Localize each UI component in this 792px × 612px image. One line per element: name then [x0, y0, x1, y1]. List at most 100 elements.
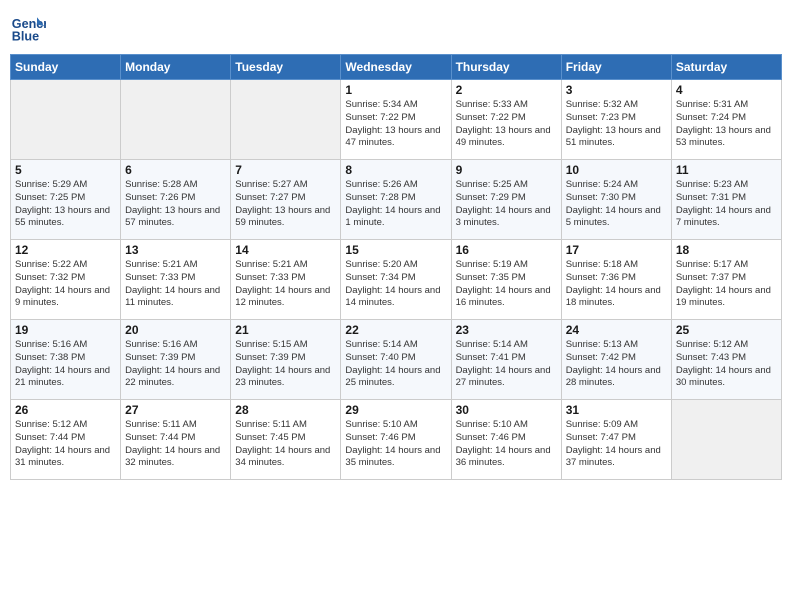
cell-info: Sunrise: 5:24 AMSunset: 7:30 PMDaylight:…	[566, 179, 667, 230]
day-number: 31	[566, 403, 667, 417]
cell-info: Sunrise: 5:14 AMSunset: 7:41 PMDaylight:…	[456, 339, 557, 390]
calendar-week-row: 19 Sunrise: 5:16 AMSunset: 7:38 PMDayligh…	[11, 320, 782, 400]
calendar-cell: 8 Sunrise: 5:26 AMSunset: 7:28 PMDaylight…	[341, 160, 451, 240]
cell-info: Sunrise: 5:21 AMSunset: 7:33 PMDaylight:…	[235, 259, 336, 310]
calendar-week-row: 1Sunrise: 5:34 AMSunset: 7:22 PMDaylight…	[11, 80, 782, 160]
calendar-cell: 18 Sunrise: 5:17 AMSunset: 7:37 PMDayligh…	[671, 240, 781, 320]
page-header: General Blue	[10, 10, 782, 46]
day-number: 3	[566, 83, 667, 97]
day-number: 18	[676, 243, 777, 257]
calendar-cell	[11, 80, 121, 160]
cell-info: Sunrise: 5:25 AMSunset: 7:29 PMDaylight:…	[456, 179, 557, 230]
day-of-week-header: Saturday	[671, 55, 781, 80]
calendar-cell: 22 Sunrise: 5:14 AMSunset: 7:40 PMDayligh…	[341, 320, 451, 400]
calendar-cell: 24 Sunrise: 5:13 AMSunset: 7:42 PMDayligh…	[561, 320, 671, 400]
calendar-cell: 3 Sunrise: 5:32 AMSunset: 7:23 PMDaylight…	[561, 80, 671, 160]
day-of-week-header: Wednesday	[341, 55, 451, 80]
cell-info: Sunrise: 5:26 AMSunset: 7:28 PMDaylight:…	[345, 179, 446, 230]
day-number: 2	[456, 83, 557, 97]
day-number: 19	[15, 323, 116, 337]
calendar-week-row: 12 Sunrise: 5:22 AMSunset: 7:32 PMDayligh…	[11, 240, 782, 320]
day-of-week-header: Monday	[121, 55, 231, 80]
day-number: 7	[235, 163, 336, 177]
day-number: 27	[125, 403, 226, 417]
day-number: 12	[15, 243, 116, 257]
calendar-cell: 4 Sunrise: 5:31 AMSunset: 7:24 PMDaylight…	[671, 80, 781, 160]
cell-info: Sunrise: 5:13 AMSunset: 7:42 PMDaylight:…	[566, 339, 667, 390]
cell-info: Sunrise: 5:27 AMSunset: 7:27 PMDaylight:…	[235, 179, 336, 230]
cell-info: Sunrise: 5:18 AMSunset: 7:36 PMDaylight:…	[566, 259, 667, 310]
calendar-cell: 14 Sunrise: 5:21 AMSunset: 7:33 PMDayligh…	[231, 240, 341, 320]
calendar-cell: 11 Sunrise: 5:23 AMSunset: 7:31 PMDayligh…	[671, 160, 781, 240]
cell-info: Sunrise: 5:10 AMSunset: 7:46 PMDaylight:…	[456, 419, 557, 470]
cell-info: Sunrise: 5:09 AMSunset: 7:47 PMDaylight:…	[566, 419, 667, 470]
cell-info: Sunrise: 5:20 AMSunset: 7:34 PMDaylight:…	[345, 259, 446, 310]
calendar-cell: 13 Sunrise: 5:21 AMSunset: 7:33 PMDayligh…	[121, 240, 231, 320]
day-number: 5	[15, 163, 116, 177]
calendar-cell: 25 Sunrise: 5:12 AMSunset: 7:43 PMDayligh…	[671, 320, 781, 400]
svg-text:Blue: Blue	[12, 30, 39, 44]
day-of-week-header: Thursday	[451, 55, 561, 80]
calendar-table: SundayMondayTuesdayWednesdayThursdayFrid…	[10, 54, 782, 480]
cell-info: Sunrise: 5:33 AMSunset: 7:22 PMDaylight:…	[456, 99, 557, 150]
calendar-cell: 9 Sunrise: 5:25 AMSunset: 7:29 PMDaylight…	[451, 160, 561, 240]
day-number: 26	[15, 403, 116, 417]
calendar-cell: 19 Sunrise: 5:16 AMSunset: 7:38 PMDayligh…	[11, 320, 121, 400]
calendar-cell: 5 Sunrise: 5:29 AMSunset: 7:25 PMDaylight…	[11, 160, 121, 240]
cell-info: Sunrise: 5:32 AMSunset: 7:23 PMDaylight:…	[566, 99, 667, 150]
day-number: 16	[456, 243, 557, 257]
cell-info: Sunrise: 5:14 AMSunset: 7:40 PMDaylight:…	[345, 339, 446, 390]
day-number: 23	[456, 323, 557, 337]
calendar-cell: 16 Sunrise: 5:19 AMSunset: 7:35 PMDayligh…	[451, 240, 561, 320]
calendar-cell: 15 Sunrise: 5:20 AMSunset: 7:34 PMDayligh…	[341, 240, 451, 320]
cell-info: Sunrise: 5:19 AMSunset: 7:35 PMDaylight:…	[456, 259, 557, 310]
day-of-week-header: Tuesday	[231, 55, 341, 80]
day-number: 29	[345, 403, 446, 417]
calendar-cell: 23 Sunrise: 5:14 AMSunset: 7:41 PMDayligh…	[451, 320, 561, 400]
day-number: 28	[235, 403, 336, 417]
day-number: 21	[235, 323, 336, 337]
calendar-cell: 30 Sunrise: 5:10 AMSunset: 7:46 PMDayligh…	[451, 400, 561, 480]
day-number: 25	[676, 323, 777, 337]
calendar-week-row: 5 Sunrise: 5:29 AMSunset: 7:25 PMDaylight…	[11, 160, 782, 240]
cell-info: Sunrise: 5:23 AMSunset: 7:31 PMDaylight:…	[676, 179, 777, 230]
day-number: 14	[235, 243, 336, 257]
calendar-header: SundayMondayTuesdayWednesdayThursdayFrid…	[11, 55, 782, 80]
cell-info: Sunrise: 5:16 AMSunset: 7:38 PMDaylight:…	[15, 339, 116, 390]
cell-info: Sunrise: 5:34 AMSunset: 7:22 PMDaylight:…	[345, 99, 446, 150]
calendar-cell	[671, 400, 781, 480]
cell-info: Sunrise: 5:10 AMSunset: 7:46 PMDaylight:…	[345, 419, 446, 470]
day-number: 20	[125, 323, 226, 337]
calendar-cell: 28Sunrise: 5:11 AMSunset: 7:45 PMDayligh…	[231, 400, 341, 480]
day-of-week-header: Sunday	[11, 55, 121, 80]
day-number: 9	[456, 163, 557, 177]
cell-info: Sunrise: 5:17 AMSunset: 7:37 PMDaylight:…	[676, 259, 777, 310]
calendar-cell: 6Sunrise: 5:28 AMSunset: 7:26 PMDaylight…	[121, 160, 231, 240]
calendar-cell: 1Sunrise: 5:34 AMSunset: 7:22 PMDaylight…	[341, 80, 451, 160]
calendar-cell: 31 Sunrise: 5:09 AMSunset: 7:47 PMDayligh…	[561, 400, 671, 480]
day-number: 15	[345, 243, 446, 257]
calendar-cell: 17 Sunrise: 5:18 AMSunset: 7:36 PMDayligh…	[561, 240, 671, 320]
day-number: 30	[456, 403, 557, 417]
day-number: 11	[676, 163, 777, 177]
cell-info: Sunrise: 5:29 AMSunset: 7:25 PMDaylight:…	[15, 179, 116, 230]
calendar-cell: 10Sunrise: 5:24 AMSunset: 7:30 PMDayligh…	[561, 160, 671, 240]
cell-info: Sunrise: 5:12 AMSunset: 7:43 PMDaylight:…	[676, 339, 777, 390]
day-number: 8	[345, 163, 446, 177]
calendar-cell: 2 Sunrise: 5:33 AMSunset: 7:22 PMDaylight…	[451, 80, 561, 160]
cell-info: Sunrise: 5:21 AMSunset: 7:33 PMDaylight:…	[125, 259, 226, 310]
cell-info: Sunrise: 5:12 AMSunset: 7:44 PMDaylight:…	[15, 419, 116, 470]
calendar-cell: 12 Sunrise: 5:22 AMSunset: 7:32 PMDayligh…	[11, 240, 121, 320]
day-number: 4	[676, 83, 777, 97]
day-number: 13	[125, 243, 226, 257]
calendar-body: 1Sunrise: 5:34 AMSunset: 7:22 PMDaylight…	[11, 80, 782, 480]
cell-info: Sunrise: 5:15 AMSunset: 7:39 PMDaylight:…	[235, 339, 336, 390]
calendar-cell	[121, 80, 231, 160]
cell-info: Sunrise: 5:22 AMSunset: 7:32 PMDaylight:…	[15, 259, 116, 310]
day-number: 22	[345, 323, 446, 337]
day-number: 17	[566, 243, 667, 257]
day-number: 6	[125, 163, 226, 177]
day-number: 24	[566, 323, 667, 337]
calendar-cell: 27Sunrise: 5:11 AMSunset: 7:44 PMDayligh…	[121, 400, 231, 480]
cell-info: Sunrise: 5:31 AMSunset: 7:24 PMDaylight:…	[676, 99, 777, 150]
